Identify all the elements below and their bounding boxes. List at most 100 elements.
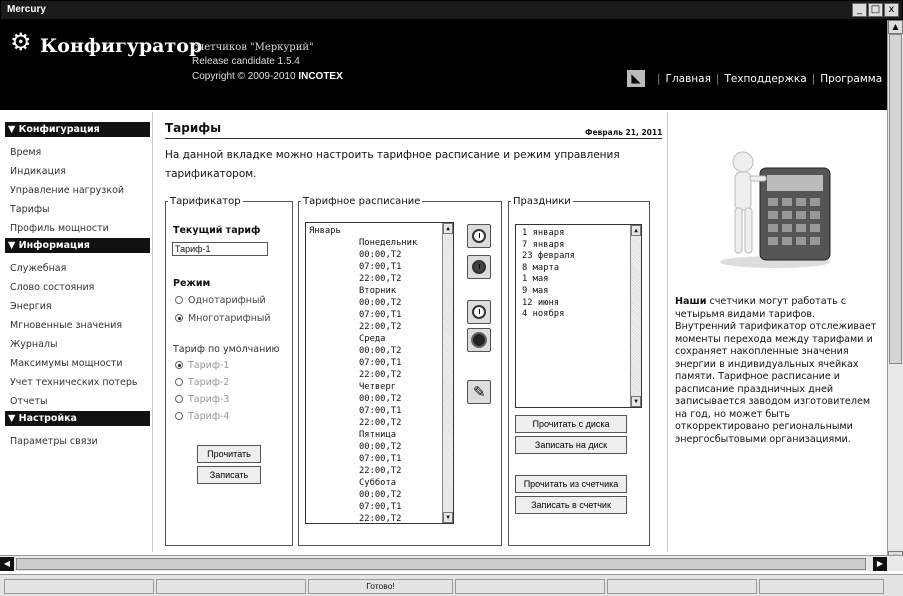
holidays-listbox[interactable]: 1 января 7 января 23 февраля 8 марта 1 мая 9 … <box>515 224 642 408</box>
schedule-entry[interactable]: 07:00,Т1 <box>309 453 451 465</box>
sidebar-item-connection[interactable]: Параметры связи <box>5 432 150 451</box>
schedule-scrollbar[interactable]: ▲ ▼ <box>442 223 453 523</box>
holiday-entry[interactable]: 7 января <box>522 240 639 252</box>
holiday-entry[interactable]: 4 ноября <box>522 309 639 321</box>
read-disk-button[interactable]: Прочитать с диска <box>515 415 627 433</box>
tarifikator-legend: Тарификатор <box>170 196 241 207</box>
default-tariff-2-radio[interactable]: Тариф-2 <box>175 377 229 388</box>
status-cell <box>759 579 884 594</box>
sidebar-item-logs[interactable]: Журналы <box>5 335 150 354</box>
default-tariff-1-radio[interactable]: Тариф-1 <box>175 360 229 371</box>
window-titlebar: Mercury _ □ x <box>0 0 903 20</box>
schedule-entry[interactable]: Суббота <box>309 477 451 489</box>
schedule-entry[interactable]: 22:00,Т2 <box>309 465 451 477</box>
scroll-thumb[interactable] <box>889 34 902 364</box>
sidebar-item-reports[interactable]: Отчеты <box>5 392 150 411</box>
scroll-right-arrow-icon[interactable]: ▶ <box>873 557 887 571</box>
schedule-entry[interactable]: 00:00,Т2 <box>309 441 451 453</box>
hscroll-thumb[interactable] <box>16 558 866 570</box>
status-bar: Готово! <box>0 574 903 596</box>
close-button[interactable]: x <box>884 3 899 17</box>
schedule-entry[interactable]: 00:00,Т2 <box>309 249 451 261</box>
sidebar-item-tech-losses[interactable]: Учет технических потерь <box>5 373 150 392</box>
schedule-entry[interactable]: 22:00,Т2 <box>309 513 451 523</box>
schedule-entry[interactable]: Среда <box>309 333 451 345</box>
write-button[interactable]: Записать <box>197 466 261 484</box>
sidebar-item-service[interactable]: Служебная <box>5 259 150 278</box>
holidays-scrollbar[interactable]: ▲ ▼ <box>630 225 641 407</box>
default-tariff-3-radio[interactable]: Тариф-3 <box>175 394 229 405</box>
scroll-left-arrow-icon[interactable]: ◀ <box>0 557 14 571</box>
schedule-entry[interactable]: 07:00,Т1 <box>309 357 451 369</box>
holiday-entry[interactable]: 1 января <box>522 228 639 240</box>
schedule-entry[interactable]: 00:00,Т2 <box>309 345 451 357</box>
schedule-entry[interactable]: Вторник <box>309 285 451 297</box>
scroll-down-arrow-icon[interactable]: ▼ <box>443 512 453 523</box>
horizontal-scrollbar[interactable]: ◀ ▶ <box>0 555 903 571</box>
schedule-entry[interactable]: 07:00,Т1 <box>309 261 451 273</box>
holiday-entry[interactable]: 9 мая <box>522 286 639 298</box>
default-tariff-4-radio[interactable]: Тариф-4 <box>175 411 229 422</box>
sidebar-section-config[interactable]: ▼ Конфигурация <box>5 122 150 137</box>
scroll-down-arrow-icon[interactable]: ▼ <box>631 396 641 407</box>
current-tariff-field[interactable]: Тариф-1 <box>172 242 268 256</box>
sidebar-item-indication[interactable]: Индикация <box>5 162 150 181</box>
sidebar-section-info[interactable]: ▼ Информация <box>5 238 150 253</box>
schedule-entry[interactable]: Четверг <box>309 381 451 393</box>
sidebar-item-energy[interactable]: Энергия <box>5 297 150 316</box>
schedule-entry[interactable]: 22:00,Т2 <box>309 273 451 285</box>
schedule-entry[interactable]: 00:00,Т2 <box>309 489 451 501</box>
holiday-entry[interactable]: 12 июня <box>522 298 639 310</box>
scroll-up-arrow-icon[interactable]: ▲ <box>631 225 641 236</box>
sidebar-section-settings[interactable]: ▼ Настройка <box>5 411 150 426</box>
schedule-entry[interactable]: 07:00,Т1 <box>309 309 451 321</box>
sidebar-item-time[interactable]: Время <box>5 143 150 162</box>
write-meter-button[interactable]: Записать в счетчик <box>515 496 627 514</box>
default-tariff-label: Тариф по умолчанию <box>173 344 280 355</box>
radio-icon <box>175 377 183 386</box>
minimize-button[interactable]: _ <box>852 3 867 17</box>
schedule-entry[interactable]: 00:00,Т2 <box>309 393 451 405</box>
mode-single-radio[interactable]: Однотарифный <box>175 295 266 306</box>
record-button[interactable] <box>467 328 491 352</box>
sidebar-item-instant-values[interactable]: Мгновенные значения <box>5 316 150 335</box>
maximize-button[interactable]: □ <box>868 3 883 17</box>
sidebar-item-status-word[interactable]: Слово состояния <box>5 278 150 297</box>
clock-add-button[interactable] <box>467 224 491 248</box>
holiday-entry[interactable]: 1 мая <box>522 274 639 286</box>
schedule-entry[interactable]: 07:00,Т1 <box>309 501 451 513</box>
brand-title: Конфигуратор <box>40 35 203 57</box>
holiday-entry[interactable]: 8 марта <box>522 263 639 275</box>
schedule-listbox[interactable]: Январь Понедельник 00:00,Т2 07:00,Т1 22:00,Т… <box>305 222 454 524</box>
clock-set-button[interactable] <box>467 300 491 324</box>
schedule-entry[interactable]: 07:00,Т1 <box>309 405 451 417</box>
sidebar-item-tariffs[interactable]: Тарифы <box>5 200 150 219</box>
nav-support-link[interactable]: Техподдержка <box>724 73 806 85</box>
schedule-entry[interactable]: Пятница <box>309 429 451 441</box>
scroll-up-arrow-icon[interactable]: ▲ <box>888 20 903 34</box>
read-meter-button[interactable]: Прочитать из счетчика <box>515 475 627 493</box>
write-disk-button[interactable]: Записать на диск <box>515 436 627 454</box>
holiday-entry[interactable]: 23 февраля <box>522 251 639 263</box>
schedule-entry[interactable]: 22:00,Т2 <box>309 369 451 381</box>
schedule-entry[interactable]: 00:00,Т2 <box>309 297 451 309</box>
schedule-entry[interactable]: Январь <box>309 225 451 237</box>
vertical-scrollbar[interactable]: ▲ ▼ <box>887 20 903 565</box>
mode-multi-radio[interactable]: Многотарифный <box>175 313 271 324</box>
schedule-entry[interactable]: 22:00,Т2 <box>309 321 451 333</box>
radio-icon <box>175 411 183 420</box>
rss-icon[interactable]: ◣ <box>627 70 645 87</box>
nav-home-link[interactable]: Главная <box>666 73 711 85</box>
clock-icon <box>472 229 486 243</box>
clock-remove-button[interactable] <box>467 255 491 279</box>
sidebar-item-power-profile[interactable]: Профиль мощности <box>5 219 150 238</box>
sidebar-item-power-max[interactable]: Максимумы мощности <box>5 354 150 373</box>
top-nav: | Главная | Техподдержка | Программа <box>657 73 883 85</box>
scroll-up-arrow-icon[interactable]: ▲ <box>443 223 453 234</box>
sidebar-item-load-control[interactable]: Управление нагрузкой <box>5 181 150 200</box>
nav-program-link[interactable]: Программа <box>820 73 882 85</box>
schedule-entry[interactable]: Понедельник <box>309 237 451 249</box>
read-button[interactable]: Прочитать <box>197 445 261 463</box>
edit-button[interactable]: ✎ <box>467 380 491 404</box>
schedule-entry[interactable]: 22:00,Т2 <box>309 417 451 429</box>
